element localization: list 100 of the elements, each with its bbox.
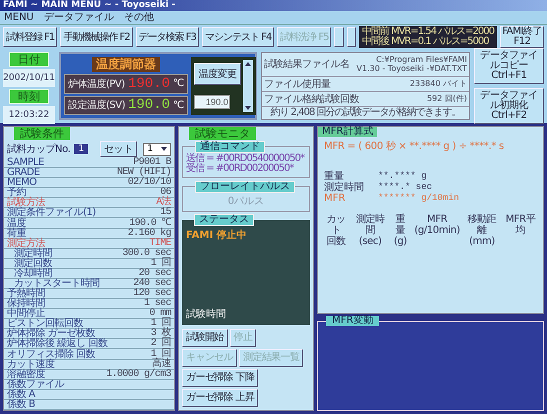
up-arrow-icon[interactable]	[242, 60, 253, 68]
setpoint-input[interactable]: 190.0	[194, 95, 230, 109]
condition-label: MEMO	[7, 178, 36, 188]
condition-value: 高速	[152, 360, 171, 369]
file-info-label: ファイル格納試験回数	[264, 92, 359, 106]
condition-label: 予熱時間	[7, 289, 45, 298]
column-header: MFR (g/10min)	[414, 214, 460, 238]
pulse-info-text: 中間前 MVR=1.54 パルス=2000	[362, 27, 494, 37]
condition-value: 1 回	[150, 258, 171, 268]
condition-value: 2.160 kg	[128, 228, 171, 238]
condition-label: 測定条件ファイル(1)	[7, 208, 96, 218]
condition-label: 予約	[7, 188, 26, 198]
column-header: 測定時間 (sec)	[354, 214, 386, 247]
chart-title: MFR変動	[326, 316, 380, 326]
mfr-label: MFR	[324, 193, 346, 204]
condition-label: オリフィス掃除 回数	[7, 350, 96, 359]
column-header: 移動距離 (mm)	[466, 214, 498, 247]
file-info-label: 試験結果ファイル名	[264, 58, 350, 72]
mfr-value: ******* g/10min	[378, 193, 460, 204]
window-title: FAMI ~ MAIN MENU ~ - Toyoseiki -	[3, 0, 176, 11]
mfr-value: **.**** g	[378, 171, 427, 182]
condition-label: 中間停止	[7, 309, 45, 318]
cup-select[interactable]: 1	[143, 142, 171, 156]
condition-label: 冷却時間	[14, 268, 52, 278]
date-label: 日付	[9, 52, 49, 67]
condition-label: 荷重	[7, 228, 26, 238]
mfr-value: ****.* sec	[378, 182, 432, 193]
menu-item[interactable]: MENU	[4, 12, 34, 24]
condition-value: 15	[160, 208, 171, 218]
condition-label: 測定時間	[14, 248, 52, 258]
condition-value: 120 sec	[133, 289, 171, 298]
column-header: 重量 (g)	[392, 214, 408, 247]
down-arrow-icon[interactable]	[242, 104, 253, 112]
condition-value: 2 回	[150, 339, 171, 348]
down-arrow-icon[interactable]	[159, 145, 169, 153]
condition-value: 1 回	[150, 319, 171, 328]
file-info-value: 592 回(件)	[426, 94, 467, 104]
function-key-button[interactable]: 試料登録 F1	[3, 27, 58, 47]
condition-value: 02/10/10	[128, 178, 171, 188]
condition-value: 3 枚	[150, 329, 171, 338]
condition-value: A法	[156, 198, 171, 208]
condition-value: TIME	[149, 238, 171, 248]
condition-value: 190.0 ℃	[129, 218, 171, 228]
file-info-value: 233840 バイト	[410, 79, 467, 88]
temperature-change-button[interactable]: 温度変更	[194, 63, 241, 85]
column-header: MFR平均	[504, 214, 537, 238]
condition-label: 係数ファイル	[7, 380, 64, 389]
pulse-info-text: 中間後 MVR=0.1 パルス=5000	[362, 37, 490, 47]
condition-label: GRADE	[7, 168, 40, 178]
temperature-unit: ℃	[173, 100, 184, 111]
blank-button[interactable]	[346, 27, 356, 47]
temperature-value: 190.0	[128, 76, 170, 92]
condition-label: 係数 B	[7, 400, 36, 409]
cup-number: 1	[74, 144, 88, 154]
condition-label: 保持時間	[7, 299, 45, 308]
condition-label: 温度	[7, 218, 26, 228]
flow-value: 0パルス	[228, 195, 264, 208]
function-key-button[interactable]: マシンテスト F4	[202, 27, 274, 47]
temperature-label: 炉体温度(PV)	[68, 78, 125, 91]
temperature-value: 190.0	[128, 97, 170, 114]
condition-label: 炉体掃除後 繰返し 回数	[7, 339, 108, 348]
blank-button[interactable]	[334, 27, 344, 47]
condition-label: 測定回数	[14, 258, 52, 268]
condition-label: SAMPLE	[7, 158, 44, 168]
condition-value: NEW (HIFI)	[116, 168, 171, 178]
function-key-button[interactable]: データ検索 F3	[136, 27, 199, 47]
condition-value: 300.0 sec	[122, 248, 171, 258]
panel-title: MFR計算式	[318, 127, 378, 137]
monitor-button[interactable]: ガーゼ掃除 上昇	[182, 389, 258, 407]
condition-value: 0 mm	[149, 309, 171, 318]
exit-button[interactable]: FAMI終了 F12	[500, 26, 544, 48]
condition-value: P9001 B	[133, 158, 171, 168]
group-title: フローレイトパルス	[195, 181, 295, 193]
date-value: 2002/10/11	[3, 69, 55, 87]
monitor-button[interactable]: 試験開始	[182, 329, 228, 347]
function-key-button[interactable]: 手動機械操作 F2	[60, 27, 133, 47]
set-button[interactable]: セット	[100, 141, 137, 157]
menu-item[interactable]: その他	[124, 12, 154, 24]
condition-value: 06	[160, 188, 171, 198]
time-value: 12:03:22	[3, 106, 55, 124]
data-file-button[interactable]: データファイル初期化 Ctrl+F2	[474, 88, 544, 124]
condition-label: ピストン回転回数	[7, 319, 83, 328]
cup-label: 試料カップNo.	[7, 142, 70, 156]
group-title: 通信コマンド	[195, 141, 265, 153]
condition-value: 1.0000 g/cm3	[106, 370, 171, 379]
capacity-note: 約り 2,408 回分の試験データが格納できます。	[270, 107, 462, 120]
data-file-button[interactable]: データファイルコピー Ctrl+F1	[474, 48, 544, 84]
time-label: 時刻	[9, 89, 49, 104]
mfr-label: 重量	[324, 171, 344, 182]
menu-item[interactable]: データファイル	[44, 12, 114, 24]
condition-value: 1 sec	[144, 299, 171, 308]
monitor-button[interactable]: ガーゼ掃除 下降	[182, 369, 258, 387]
file-info-value: C:¥Program Files¥FAMI V1.30 - Toyoseiki -¥DAT.TXT	[356, 55, 467, 74]
temperature-unit: ℃	[173, 78, 184, 90]
command-text: 受信 = #00RD00200050*	[186, 164, 294, 174]
condition-value: 1 回	[150, 350, 171, 359]
status-text: FAMI 停止中	[186, 228, 248, 242]
condition-label: 溶融密度	[7, 370, 45, 379]
group-title: ステータス	[194, 214, 254, 226]
condition-value: 20 sec	[138, 268, 171, 278]
